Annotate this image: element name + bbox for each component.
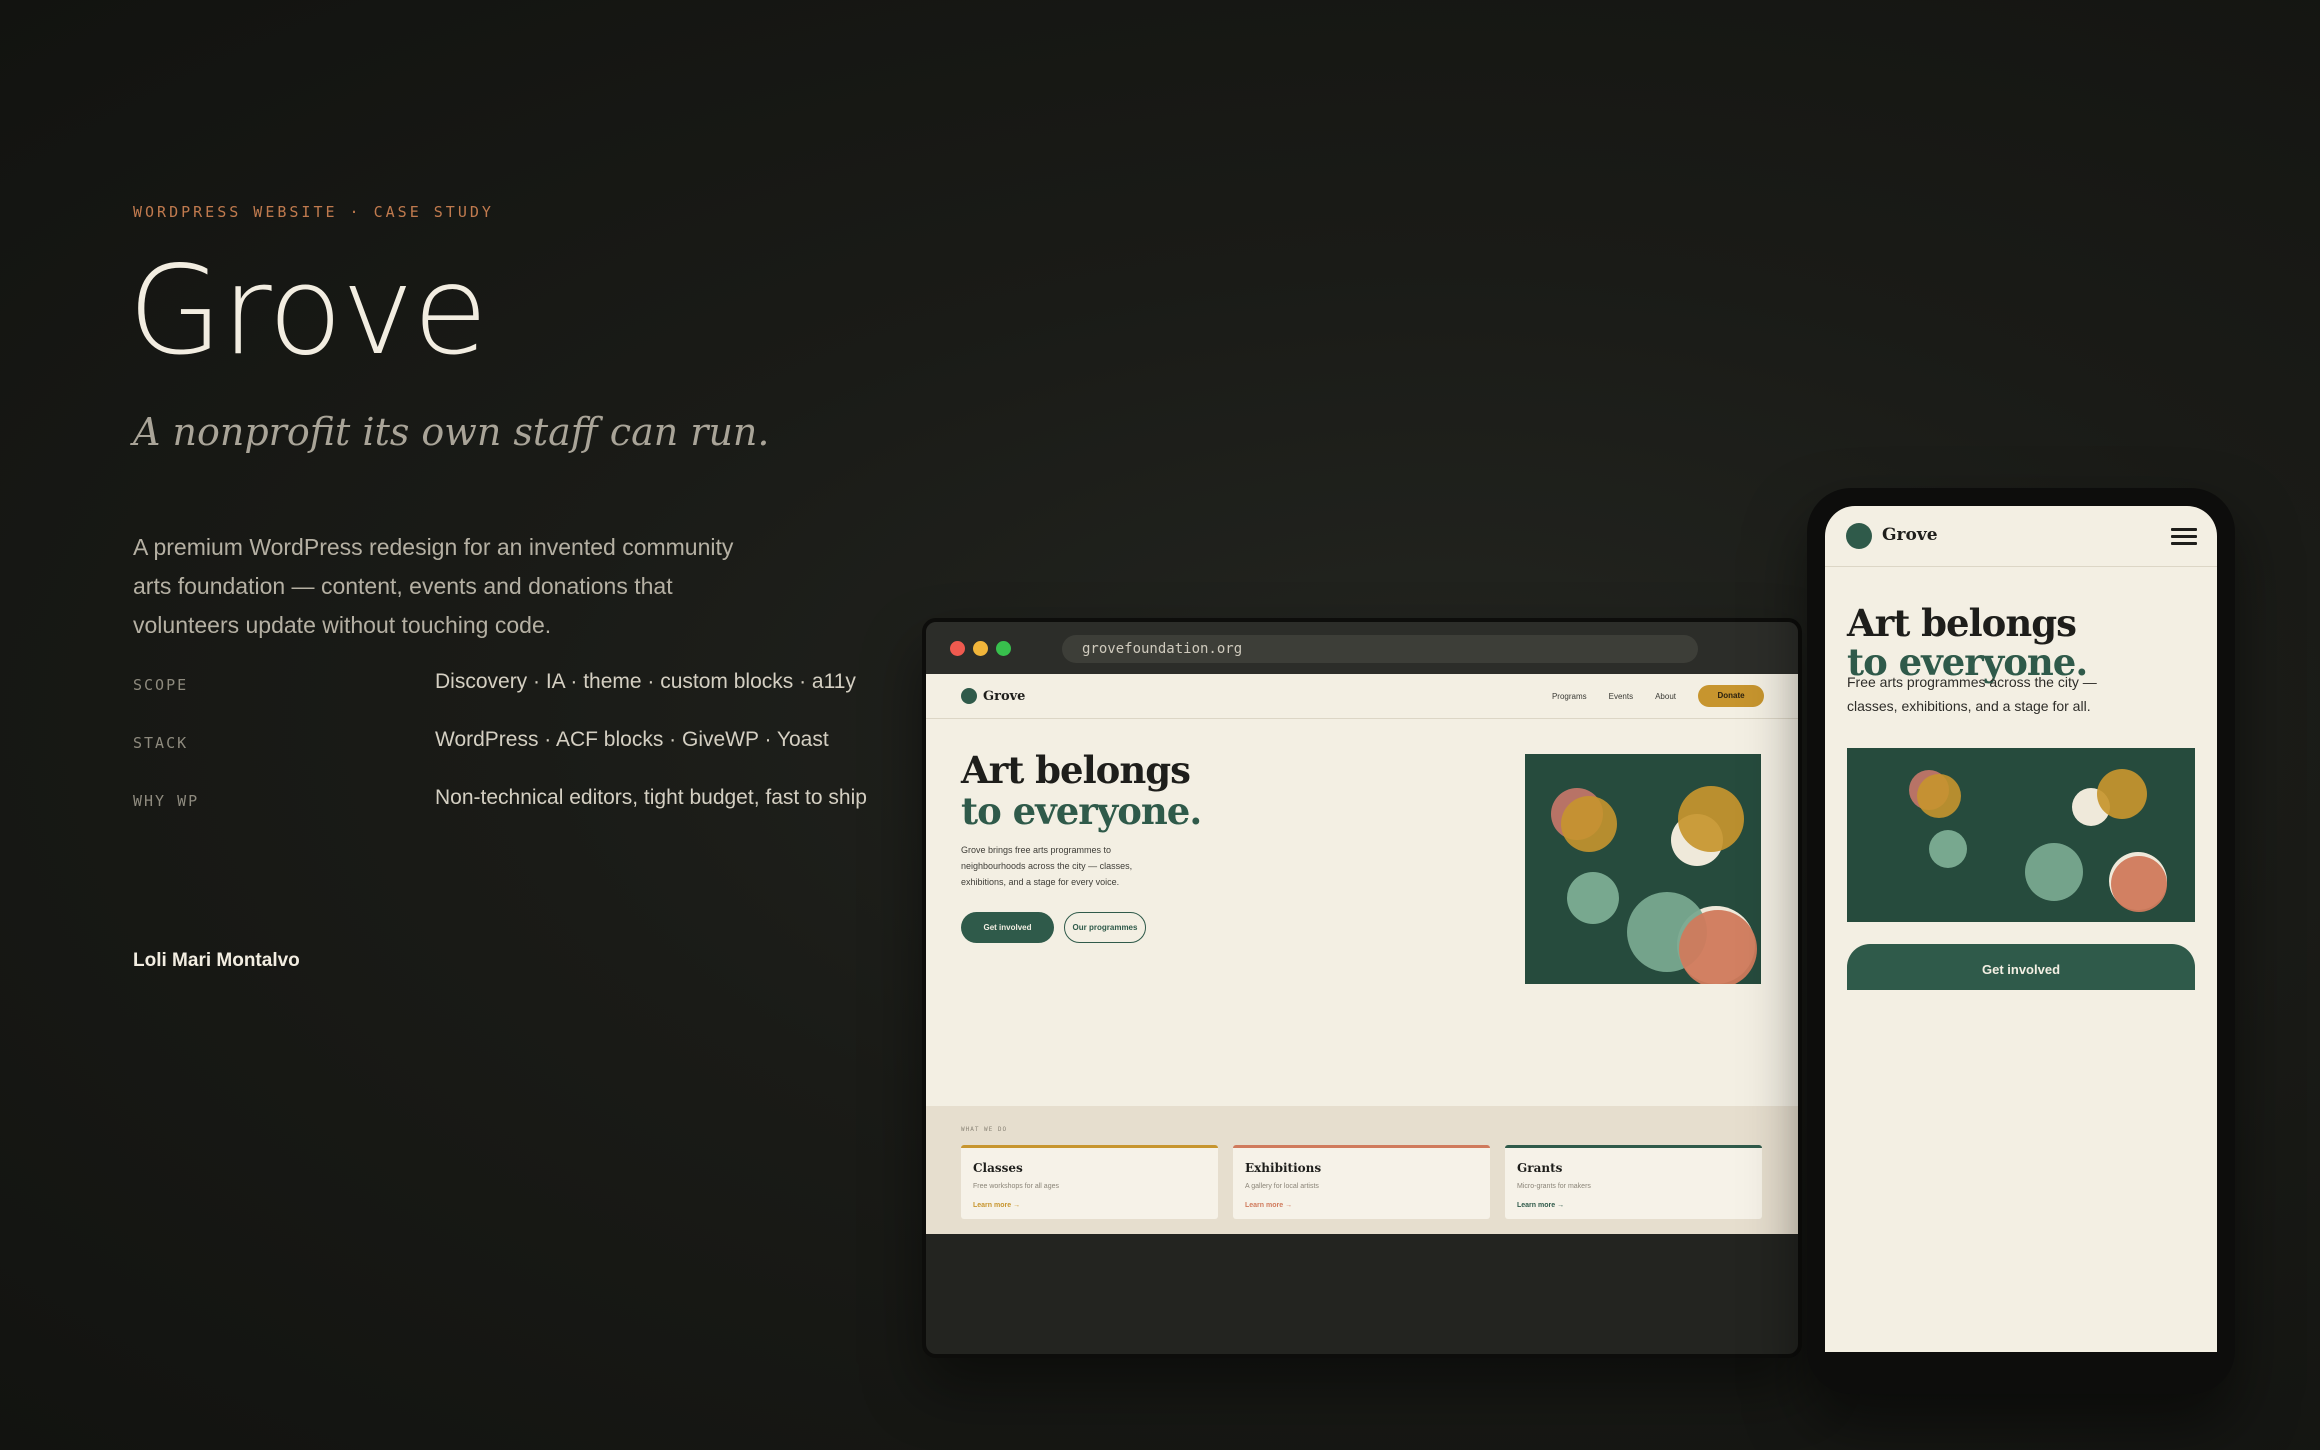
meta-value: Discovery · IA · theme · custom blocks ·… [435, 670, 856, 693]
grove-logo-icon[interactable] [961, 688, 977, 704]
hamburger-menu-icon[interactable] [2171, 528, 2197, 546]
art-circle [1679, 910, 1757, 984]
card-subtitle: A gallery for local artists [1245, 1183, 1319, 1190]
card-classes[interactable]: Classes Free workshops for all ages Lear… [961, 1145, 1218, 1219]
phone-mockup: Grove Art belongs to everyone. Free arts… [1807, 488, 2235, 1394]
project-title: Grove [128, 240, 488, 382]
meta-row-scope: SCOPE Discovery · IA · theme · custom bl… [133, 670, 893, 728]
card-title: Grants [1517, 1161, 1563, 1175]
hero-artwork [1525, 754, 1761, 984]
hero-text: Grove brings free arts programmes to nei… [961, 845, 1133, 887]
hero-heading: Art belongs to everyone. [961, 748, 1202, 833]
address-bar[interactable]: grovefoundation.org [1062, 635, 1698, 663]
meta-value: WordPress · ACF blocks · GiveWP · Yoast [435, 728, 829, 751]
meta-key: STACK [133, 734, 189, 752]
case-study-eyebrow: WORDPRESS WEBSITE · CASE STUDY [133, 203, 494, 221]
meta-key: WHY WP [133, 792, 200, 810]
hero-heading-line1: Art belongs [961, 748, 1191, 792]
art-circle [1929, 830, 1967, 868]
close-window-dot-icon[interactable] [950, 641, 965, 656]
website-preview: Grove Programs Events About Donate Art b… [926, 674, 1798, 1234]
card-title: Classes [973, 1161, 1023, 1175]
art-circle [1561, 796, 1617, 852]
art-circle [2097, 769, 2147, 819]
nav-link-about[interactable]: About [1655, 692, 1676, 701]
nav-link-programs[interactable]: Programs [1552, 692, 1587, 701]
card-learn-more-link[interactable]: Learn more → [1517, 1202, 1564, 1209]
card-subtitle: Micro-grants for makers [1517, 1183, 1591, 1190]
section-label: WHAT WE DO [961, 1126, 1008, 1133]
what-we-do-section: WHAT WE DO Classes Free workshops for al… [926, 1106, 1798, 1234]
card-exhibitions[interactable]: Exhibitions A gallery for local artists … [1233, 1145, 1490, 1219]
browser-chrome: grovefoundation.org [926, 622, 1798, 674]
art-circle [1567, 872, 1619, 924]
hero-heading-line2: to everyone. [961, 789, 1202, 833]
grove-logo-icon[interactable] [1846, 523, 1872, 549]
donate-button[interactable]: Donate [1698, 685, 1764, 707]
phone-header: Grove [1825, 506, 2217, 567]
minimize-window-dot-icon[interactable] [973, 641, 988, 656]
art-circle [2111, 856, 2167, 912]
nav-link-events[interactable]: Events [1609, 692, 1633, 701]
art-circle [2025, 843, 2083, 901]
phone-hero-artwork [1847, 748, 2195, 922]
meta-key: SCOPE [133, 676, 189, 694]
phone-hero-heading-line1: Art belongs [1847, 601, 2077, 645]
meta-row-why-wp: WHY WP Non-technical editors, tight budg… [133, 786, 893, 844]
project-tagline: A nonprofit its own staff can run. [133, 410, 770, 454]
card-learn-more-link[interactable]: Learn more → [973, 1202, 1020, 1209]
site-nav: Programs Events About Donate [1552, 685, 1764, 707]
maximize-window-dot-icon[interactable] [996, 641, 1011, 656]
site-logo-text[interactable]: Grove [983, 689, 1025, 704]
phone-hero-text: Free arts programmes across the city — c… [1847, 674, 2097, 714]
card-title: Exhibitions [1245, 1161, 1322, 1175]
card-subtitle: Free workshops for all ages [973, 1183, 1059, 1190]
browser-mockup: grovefoundation.org Grove Programs Event… [922, 618, 1802, 1358]
site-header: Grove Programs Events About Donate [926, 674, 1798, 719]
meta-value: Non-technical editors, tight budget, fas… [435, 786, 867, 809]
phone-get-involved-button[interactable]: Get involved [1847, 944, 2195, 990]
meta-row-stack: STACK WordPress · ACF blocks · GiveWP · … [133, 728, 893, 786]
project-meta: SCOPE Discovery · IA · theme · custom bl… [133, 670, 893, 844]
art-circle [1678, 786, 1744, 852]
art-circle [1917, 774, 1961, 818]
our-programmes-button[interactable]: Our programmes [1064, 912, 1146, 943]
author-name: Loli Mari Montalvo [133, 950, 300, 971]
phone-screen: Grove Art belongs to everyone. Free arts… [1825, 506, 2217, 1352]
card-grants[interactable]: Grants Micro-grants for makers Learn mor… [1505, 1145, 1762, 1219]
card-learn-more-link[interactable]: Learn more → [1245, 1202, 1292, 1209]
phone-logo-text[interactable]: Grove [1882, 525, 1938, 545]
get-involved-button[interactable]: Get involved [961, 912, 1054, 943]
project-description: A premium WordPress redesign for an inve… [133, 534, 734, 638]
